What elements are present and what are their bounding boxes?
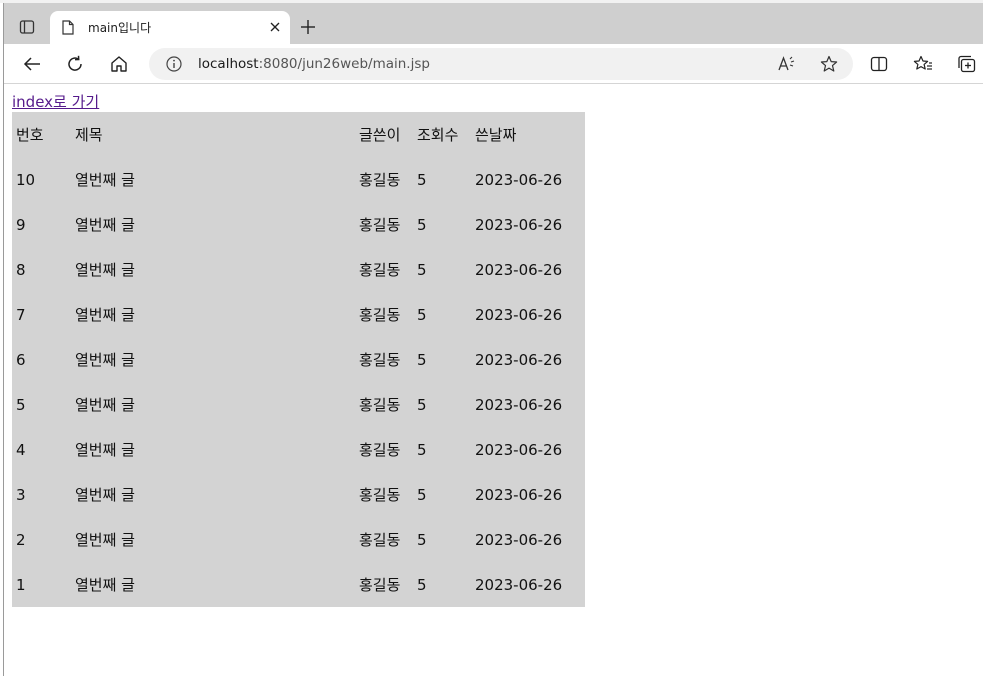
cell-writer: 홍길동 (359, 486, 401, 504)
table-row: 3 열번째 글 홍길동 5 2023-06-26 (12, 472, 585, 517)
table-row: 9 열번째 글 홍길동 5 2023-06-26 (12, 202, 585, 247)
cell-writer: 홍길동 (359, 216, 401, 234)
cell-date: 2023-06-26 (475, 395, 563, 414)
cell-writer: 홍길동 (359, 441, 401, 459)
cell-date: 2023-06-26 (475, 440, 563, 459)
cell-writer: 홍길동 (359, 171, 401, 189)
cell-writer: 홍길동 (359, 306, 401, 324)
cell-number: 9 (16, 215, 26, 234)
cell-title: 열번째 글 (75, 216, 135, 234)
cell-title: 열번째 글 (75, 171, 135, 189)
table-row: 10 열번째 글 홍길동 5 2023-06-26 (12, 157, 585, 202)
cell-number: 10 (16, 170, 36, 189)
cell-views: 5 (417, 485, 427, 504)
cell-date: 2023-06-26 (475, 170, 563, 189)
cell-views: 5 (417, 395, 427, 414)
cell-writer: 홍길동 (359, 351, 401, 369)
cell-title: 열번째 글 (75, 261, 135, 279)
cell-title: 열번째 글 (75, 306, 135, 324)
cell-date: 2023-06-26 (475, 530, 563, 549)
back-arrow-icon[interactable] (20, 52, 44, 76)
home-icon[interactable] (107, 52, 131, 76)
cell-title: 열번째 글 (75, 576, 135, 594)
table-row: 4 열번째 글 홍길동 5 2023-06-26 (12, 427, 585, 472)
cell-title: 열번째 글 (75, 531, 135, 549)
star-icon[interactable] (817, 52, 841, 76)
cell-views: 5 (417, 575, 427, 594)
table-row: 1 열번째 글 홍길동 5 2023-06-26 (12, 562, 585, 607)
table-row: 8 열번째 글 홍길동 5 2023-06-26 (12, 247, 585, 292)
cell-title: 열번째 글 (75, 441, 135, 459)
header-date: 쓴날짜 (475, 126, 517, 144)
cell-number: 8 (16, 260, 26, 279)
cell-number: 4 (16, 440, 26, 459)
cell-number: 5 (16, 395, 26, 414)
tab-strip: main입니다 (4, 3, 983, 44)
board-table: 번호 제목 글쓴이 조회수 쓴날짜 10 열번째 글 홍길동 5 2023-06… (12, 112, 585, 607)
cell-views: 5 (417, 350, 427, 369)
cell-number: 3 (16, 485, 26, 504)
cell-number: 1 (16, 575, 26, 594)
cell-number: 6 (16, 350, 26, 369)
cell-number: 2 (16, 530, 26, 549)
table-header-row: 번호 제목 글쓴이 조회수 쓴날짜 (12, 112, 585, 157)
tab-title: main입니다 (88, 21, 152, 35)
cell-date: 2023-06-26 (475, 485, 563, 504)
cell-date: 2023-06-26 (475, 260, 563, 279)
address-bar[interactable]: localhost:8080/jun26web/main.jsp (149, 48, 853, 80)
cell-date: 2023-06-26 (475, 215, 563, 234)
cell-writer: 홍길동 (359, 261, 401, 279)
cell-title: 열번째 글 (75, 396, 135, 414)
cell-views: 5 (417, 440, 427, 459)
cell-views: 5 (417, 530, 427, 549)
header-writer: 글쓴이 (359, 126, 401, 144)
read-aloud-icon[interactable] (775, 52, 799, 76)
cell-title: 열번째 글 (75, 486, 135, 504)
table-row: 7 열번째 글 홍길동 5 2023-06-26 (12, 292, 585, 337)
cell-writer: 홍길동 (359, 531, 401, 549)
header-title: 제목 (75, 126, 103, 144)
plus-icon[interactable] (296, 15, 320, 39)
header-number: 번호 (16, 126, 44, 144)
favorites-icon[interactable] (911, 52, 935, 76)
cell-views: 5 (417, 170, 427, 189)
table-row: 6 열번째 글 홍길동 5 2023-06-26 (12, 337, 585, 382)
cell-number: 7 (16, 305, 26, 324)
cell-writer: 홍길동 (359, 576, 401, 594)
index-link[interactable]: index로 가기 (12, 92, 585, 112)
browser-toolbar: localhost:8080/jun26web/main.jsp (4, 44, 983, 84)
browser-window: main입니다 localhost:8080/jun26web/main.jsp… (3, 3, 983, 676)
page-content: index로 가기 번호 제목 글쓴이 조회수 쓴날짜 10 열번째 글 홍길동… (12, 92, 585, 607)
info-icon[interactable] (166, 56, 182, 72)
url-path: :8080/jun26web/main.jsp (258, 56, 430, 72)
header-views: 조회수 (417, 126, 459, 144)
cell-views: 5 (417, 260, 427, 279)
cell-date: 2023-06-26 (475, 305, 563, 324)
table-row: 2 열번째 글 홍길동 5 2023-06-26 (12, 517, 585, 562)
document-icon (62, 20, 74, 35)
cell-views: 5 (417, 215, 427, 234)
url-host: localhost (198, 56, 259, 72)
url-text: localhost:8080/jun26web/main.jsp (198, 56, 430, 72)
collections-icon[interactable] (955, 52, 979, 76)
close-icon[interactable] (264, 16, 286, 38)
cell-date: 2023-06-26 (475, 350, 563, 369)
cell-title: 열번째 글 (75, 351, 135, 369)
tab-actions-icon[interactable] (12, 14, 42, 40)
cell-views: 5 (417, 305, 427, 324)
refresh-icon[interactable] (63, 52, 87, 76)
cell-writer: 홍길동 (359, 396, 401, 414)
table-row: 5 열번째 글 홍길동 5 2023-06-26 (12, 382, 585, 427)
cell-date: 2023-06-26 (475, 575, 563, 594)
tab-main[interactable]: main입니다 (50, 11, 290, 44)
split-screen-icon[interactable] (867, 52, 891, 76)
